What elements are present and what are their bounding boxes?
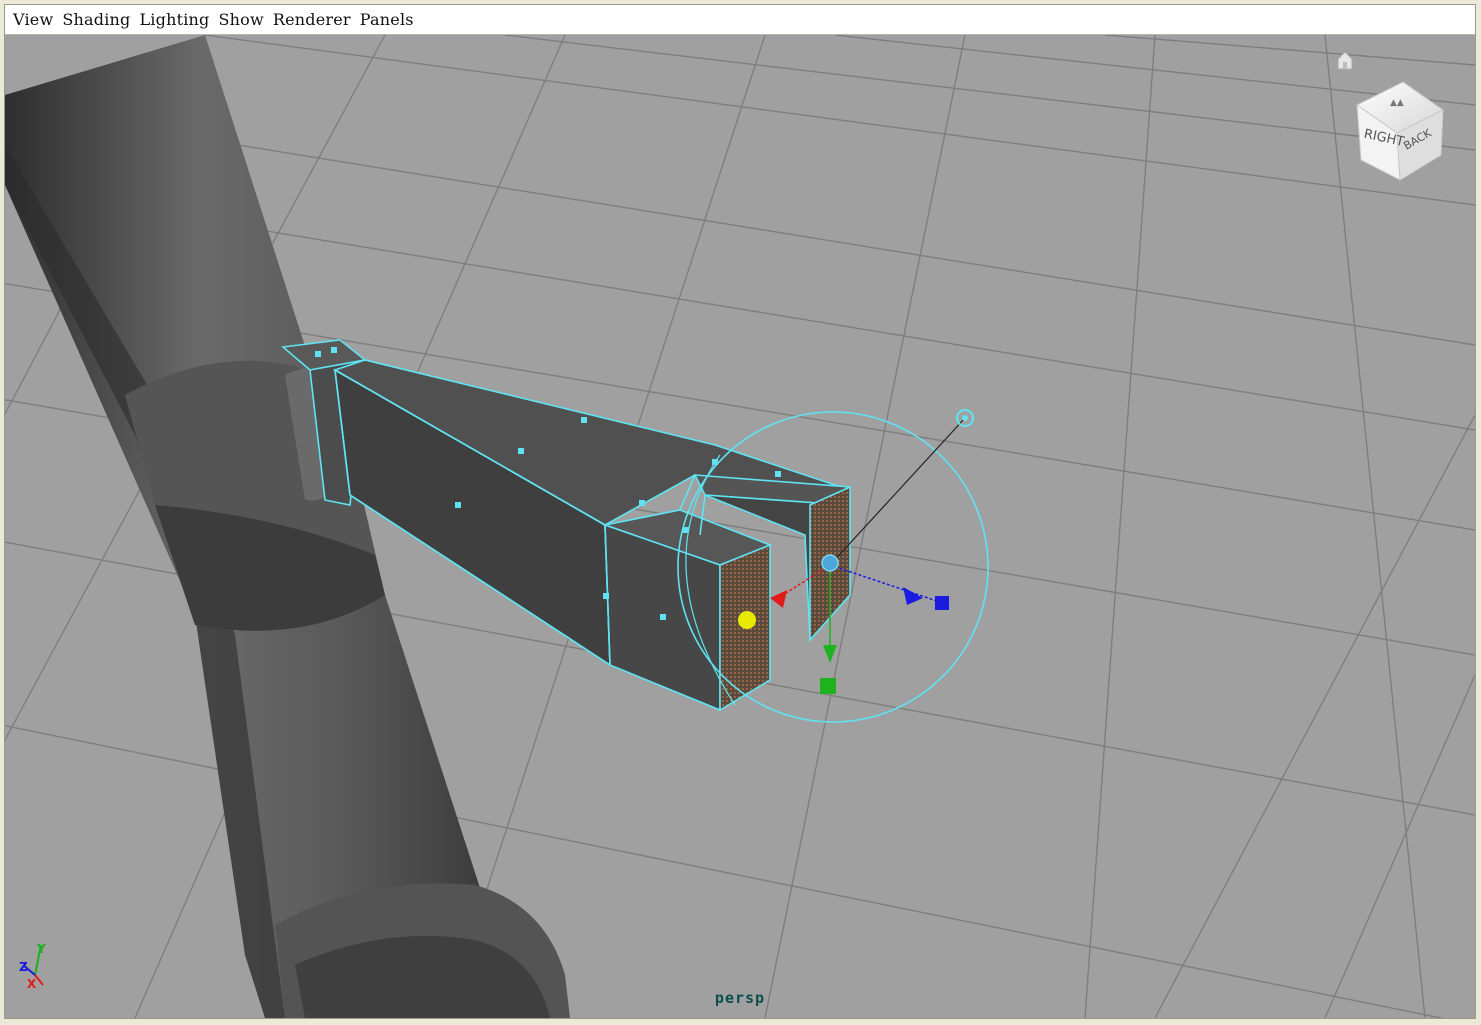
camera-name-label: persp [714, 989, 766, 1007]
axis-indicator: Y Z X [19, 942, 46, 991]
menu-lighting[interactable]: Lighting [137, 8, 216, 31]
menu-show[interactable]: Show [216, 8, 270, 31]
axis-z-label: Z [19, 960, 28, 974]
axis-y-label: Y [36, 942, 46, 956]
panel-menubar: View Shading Lighting Show Renderer Pane… [5, 5, 1475, 35]
menu-shading[interactable]: Shading [60, 8, 137, 31]
viewport-panel: View Shading Lighting Show Renderer Pane… [4, 4, 1476, 1019]
menu-renderer[interactable]: Renderer [271, 8, 358, 31]
viewcube[interactable]: RIGHT BACK ▲▲ [1337, 51, 1444, 181]
perspective-viewport[interactable]: RIGHT BACK ▲▲ Y Z X persp [5, 35, 1475, 1018]
viewport-canvas[interactable]: RIGHT BACK ▲▲ Y Z X [5, 35, 1475, 1018]
menu-panels[interactable]: Panels [358, 8, 421, 31]
viewcube-top-face: ▲▲ [1390, 98, 1404, 108]
menu-view[interactable]: View [11, 8, 60, 31]
